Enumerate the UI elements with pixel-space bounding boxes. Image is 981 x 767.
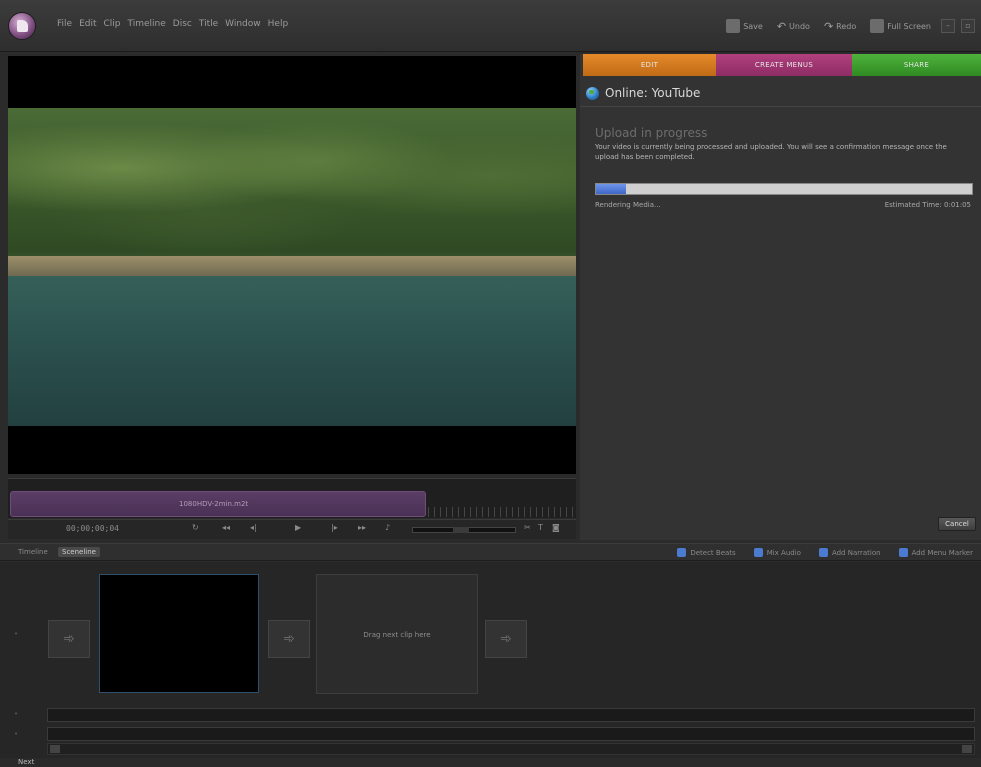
undo-label: Undo bbox=[789, 21, 810, 31]
rewind-icon[interactable]: ◂◂ bbox=[222, 523, 230, 532]
menu-disc[interactable]: Disc bbox=[173, 19, 192, 29]
mini-timeline[interactable]: 1080HDV-2min.m2t bbox=[8, 478, 576, 518]
narration-track[interactable] bbox=[47, 708, 975, 722]
fullscreen-label: Full Screen bbox=[887, 21, 931, 31]
menu-window[interactable]: Window bbox=[225, 19, 261, 29]
music-track-marker: • bbox=[14, 730, 19, 738]
upload-progress-fill bbox=[596, 184, 627, 194]
redo-label: Redo bbox=[836, 21, 857, 31]
restore-button[interactable]: ▫ bbox=[961, 19, 975, 33]
play-icon[interactable]: ▶ bbox=[295, 523, 301, 532]
fullscreen-icon bbox=[870, 19, 885, 33]
tab-create-menus[interactable]: CREATE MENUS bbox=[716, 54, 852, 76]
next-label[interactable]: Next bbox=[18, 758, 34, 766]
audio-icon[interactable]: ♪ bbox=[385, 523, 390, 532]
sceneline-scrollbar[interactable] bbox=[47, 743, 975, 755]
transition-arrow-icon: ➾ bbox=[63, 631, 75, 647]
transition-arrow-icon: ➾ bbox=[500, 631, 512, 647]
divider bbox=[580, 106, 981, 107]
transition-arrow-icon: ➾ bbox=[283, 631, 295, 647]
bottom-actions: Detect Beats Mix Audio Add Narration Add… bbox=[677, 548, 973, 557]
cancel-button[interactable]: Cancel bbox=[938, 517, 976, 531]
save-label: Save bbox=[743, 21, 763, 31]
tab-sceneline[interactable]: Sceneline bbox=[58, 547, 100, 557]
detect-beats-button[interactable]: Detect Beats bbox=[677, 548, 736, 557]
transition-slot-1[interactable]: ➾ bbox=[48, 620, 90, 658]
mix-audio-label: Mix Audio bbox=[766, 548, 801, 557]
redo-icon: ↷ bbox=[823, 19, 834, 33]
timeline-ruler bbox=[428, 507, 574, 517]
redo-button[interactable]: ↷ Redo bbox=[820, 18, 860, 35]
undo-icon: ↶ bbox=[776, 19, 787, 33]
app-logo-icon[interactable] bbox=[8, 12, 36, 40]
upload-description: Your video is currently being processed … bbox=[595, 143, 947, 161]
volume-slider[interactable] bbox=[412, 527, 516, 533]
footer-bar: Next bbox=[0, 758, 981, 767]
menu-timeline[interactable]: Timeline bbox=[128, 19, 166, 29]
step-back-icon[interactable]: ◂| bbox=[250, 523, 257, 532]
menu-edit[interactable]: Edit bbox=[79, 19, 96, 29]
tab-share[interactable]: SHARE bbox=[852, 54, 981, 76]
menu-file[interactable]: File bbox=[57, 19, 72, 29]
drop-clip-slot[interactable]: Drag next clip here bbox=[316, 574, 478, 694]
title-bar: File Edit Clip Timeline Disc Title Windo… bbox=[0, 0, 981, 52]
toolbar: Save ↶ Undo ↷ Redo Full Screen – ▫ bbox=[722, 12, 975, 40]
add-menu-marker-button[interactable]: Add Menu Marker bbox=[898, 548, 973, 557]
menu-title[interactable]: Title bbox=[199, 19, 218, 29]
transition-slot-3[interactable]: ➾ bbox=[485, 620, 527, 658]
preview-monitor[interactable] bbox=[8, 56, 576, 474]
microphone-icon bbox=[818, 548, 828, 557]
menu-bar: File Edit Clip Timeline Disc Title Windo… bbox=[57, 19, 288, 29]
scene-clip-1[interactable] bbox=[99, 574, 259, 693]
save-button[interactable]: Save bbox=[722, 17, 767, 35]
timecode: 00;00;00;04 bbox=[66, 524, 119, 533]
step-forward-icon[interactable]: |▸ bbox=[331, 523, 338, 532]
upload-progress-bar bbox=[595, 183, 973, 195]
detect-beats-label: Detect Beats bbox=[690, 548, 736, 557]
tab-edit[interactable]: EDIT bbox=[583, 54, 716, 76]
globe-icon bbox=[586, 86, 599, 100]
clip-name: 1080HDV-2min.m2t bbox=[179, 500, 249, 508]
video-beach bbox=[8, 256, 576, 276]
audio-track-marker: • bbox=[14, 710, 19, 718]
video-frame bbox=[8, 108, 576, 426]
minimize-button[interactable]: – bbox=[941, 19, 955, 33]
fullscreen-button[interactable]: Full Screen bbox=[866, 17, 935, 35]
tab-timeline[interactable]: Timeline bbox=[14, 547, 52, 557]
save-icon bbox=[726, 19, 741, 33]
title-icon[interactable]: T bbox=[538, 523, 543, 532]
fast-forward-icon[interactable]: ▸▸ bbox=[358, 523, 366, 532]
upload-title: Upload in progress bbox=[595, 126, 708, 140]
clip-bar[interactable]: 1080HDV-2min.m2t bbox=[10, 491, 426, 517]
video-water bbox=[8, 276, 576, 426]
mix-audio-icon bbox=[753, 548, 763, 557]
add-menu-marker-label: Add Menu Marker bbox=[911, 548, 973, 557]
estimated-time: Estimated Time: 0:01:05 bbox=[884, 201, 971, 209]
progress-status: Rendering Media... bbox=[595, 201, 661, 209]
undo-button[interactable]: ↶ Undo bbox=[773, 18, 814, 35]
loop-icon[interactable]: ↻ bbox=[192, 523, 199, 532]
menu-marker-icon bbox=[898, 548, 908, 557]
soundtrack-track[interactable] bbox=[47, 727, 975, 741]
video-trees bbox=[8, 108, 576, 258]
bottom-toolbar: Timeline Sceneline Detect Beats Mix Audi… bbox=[0, 543, 981, 561]
transition-slot-2[interactable]: ➾ bbox=[268, 620, 310, 658]
panel-heading: Online: YouTube bbox=[586, 86, 700, 100]
mix-audio-button[interactable]: Mix Audio bbox=[753, 548, 801, 557]
sceneline: • ➾ ➾ Drag next clip here ➾ • • bbox=[0, 562, 981, 762]
task-tabs: EDIT CREATE MENUS SHARE bbox=[583, 54, 981, 76]
menu-clip[interactable]: Clip bbox=[104, 19, 121, 29]
panel-heading-text: Online: YouTube bbox=[605, 86, 701, 100]
menu-help[interactable]: Help bbox=[268, 19, 289, 29]
add-narration-label: Add Narration bbox=[831, 548, 881, 557]
add-narration-button[interactable]: Add Narration bbox=[818, 548, 881, 557]
split-clip-icon[interactable]: ✂ bbox=[524, 523, 531, 532]
transport-controls: 00;00;00;04 ↻ ◂◂ ◂| ▶ |▸ ▸▸ ♪ ✂ T ◙ bbox=[8, 519, 576, 539]
detect-beats-icon bbox=[677, 548, 687, 557]
video-track-marker: • bbox=[14, 630, 19, 638]
task-panel: EDIT CREATE MENUS SHARE Online: YouTube … bbox=[580, 54, 981, 540]
freeze-frame-icon[interactable]: ◙ bbox=[552, 523, 560, 532]
